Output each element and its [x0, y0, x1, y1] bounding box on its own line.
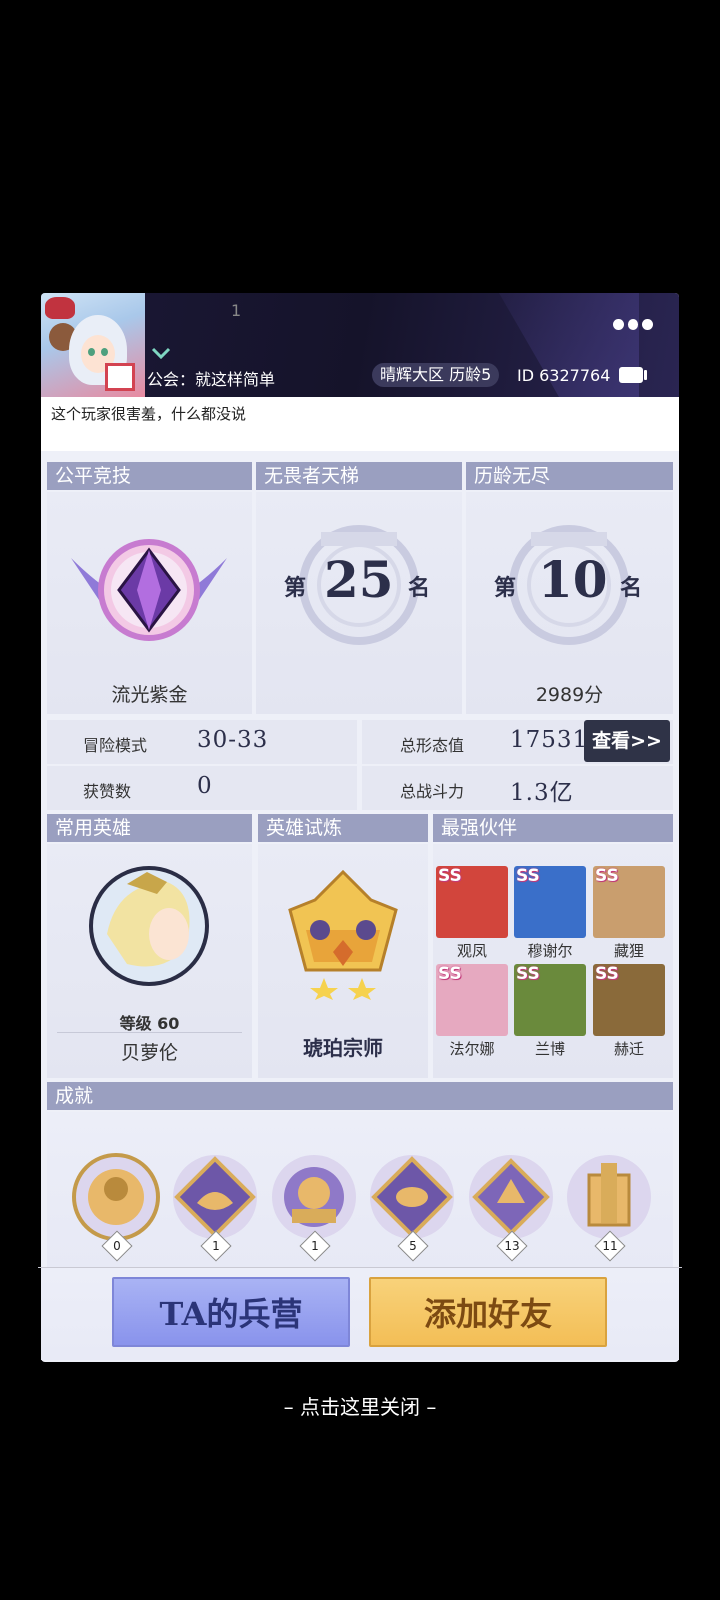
fair-competition-panel[interactable]: 流光紫金	[47, 492, 252, 714]
section-title-hero-trial: 英雄试炼	[258, 814, 428, 842]
achievement-badge[interactable]: 0	[70, 1151, 162, 1262]
partner-card[interactable]: SS 法尔娜	[436, 964, 508, 1059]
achievement-badge[interactable]: 1	[268, 1151, 360, 1262]
achievement-count: 1	[212, 1239, 220, 1253]
copy-id-icon[interactable]	[619, 367, 647, 383]
purple-gold-rank-icon	[71, 539, 227, 641]
trial-rank: 琥珀宗师	[303, 1036, 383, 1060]
close-hint[interactable]: – 点击这里关闭 –	[0, 1391, 720, 1420]
partner-card[interactable]: SS 赫迁	[593, 964, 665, 1059]
amber-crown-icon	[288, 870, 398, 1000]
bio-text: 这个玩家很害羞，什么都没说	[51, 405, 247, 423]
section-title-partners: 最强伙伴	[433, 814, 673, 842]
partner-name: 法尔娜	[449, 1040, 495, 1058]
adventure-row: 冒险模式 30-33	[47, 720, 357, 764]
partner-name: 观凤	[456, 942, 487, 960]
likes-label: 获赞数	[83, 782, 132, 801]
hero-portrait-avatar	[89, 866, 209, 986]
adventure-value: 30-33	[197, 727, 269, 753]
hero-trial-panel[interactable]: 琥珀宗师	[258, 844, 428, 1078]
more-options-icon[interactable]	[613, 317, 654, 331]
partner-portrait: SS	[514, 866, 586, 938]
power-row: 总战斗力 1.3亿	[362, 766, 673, 810]
partner-card[interactable]: SS 穆谢尔	[514, 866, 586, 961]
partner-card[interactable]: SS 藏狸	[593, 866, 665, 961]
endless-suffix: 名	[620, 575, 643, 601]
ladder-panel[interactable]: 第 25 名	[256, 492, 462, 714]
partner-name: 穆谢尔	[527, 942, 573, 960]
partner-name: 兰博	[534, 1040, 565, 1058]
achievement-count: 1	[311, 1239, 319, 1253]
partner-portrait: SS	[436, 964, 508, 1036]
achievement-icon	[72, 1153, 160, 1241]
likes-row: 获赞数 0	[47, 766, 357, 810]
partner-card[interactable]: SS 观凤	[436, 866, 508, 961]
form-value: 17531	[510, 727, 589, 753]
section-title-endless: 历龄无尽	[466, 462, 673, 490]
player-id: ID 6327764	[517, 366, 611, 385]
common-hero-panel[interactable]: 等级 60 贝萝伦	[47, 844, 252, 1078]
hero-level: 等级 60	[119, 1014, 180, 1033]
endless-place: 10	[538, 550, 608, 609]
achievement-icon	[173, 1155, 257, 1239]
partner-card[interactable]: SS 兰博	[514, 964, 586, 1059]
section-title-common-hero: 常用英雄	[47, 814, 252, 842]
section-title-fair: 公平竞技	[47, 462, 252, 490]
profile-header: 1 公会：就这样简单 晴辉大区 历龄5 ID 6327764	[41, 293, 679, 397]
fair-rank-name: 流光紫金	[111, 684, 188, 706]
avatar[interactable]	[41, 293, 145, 397]
partner-portrait: SS	[593, 866, 665, 938]
partner-portrait: SS	[593, 964, 665, 1036]
endless-prefix: 第	[494, 575, 517, 601]
hero-name: 贝萝伦	[120, 1042, 178, 1064]
achievement-icon	[272, 1155, 356, 1239]
achievement-badge[interactable]: 13	[465, 1151, 557, 1262]
adventure-label: 冒险模式	[83, 736, 148, 755]
server-badge: 晴辉大区 历龄5	[372, 363, 500, 387]
achievement-icon	[370, 1155, 454, 1239]
bio-box: 这个玩家很害羞，什么都没说	[41, 397, 679, 451]
partner-name: 藏狸	[613, 942, 644, 960]
achievement-badge[interactable]: 5	[366, 1151, 458, 1262]
rank-number: 1	[231, 301, 242, 320]
achievement-count: 5	[409, 1239, 417, 1253]
partner-portrait: SS	[436, 866, 508, 938]
ladder-suffix: 名	[408, 575, 431, 601]
view-details-button[interactable]: 查看>>	[584, 720, 670, 762]
partners-panel: SS 观凤 SS 穆谢尔 SS 藏狸 SS 法尔娜 SS 兰博 SS 赫迁	[433, 844, 673, 1078]
partner-name: 赫迁	[613, 1040, 644, 1058]
add-friend-button[interactable]: 添加好友	[369, 1277, 607, 1347]
guild-label: 公会：就这样简单	[147, 370, 276, 389]
achievement-count: 0	[113, 1239, 121, 1253]
achievement-badge[interactable]: 11	[563, 1151, 655, 1262]
achievement-badge[interactable]: 1	[169, 1151, 261, 1262]
ladder-prefix: 第	[284, 575, 307, 601]
achievement-count: 13	[504, 1239, 520, 1253]
section-title-achievements: 成就	[47, 1082, 673, 1110]
form-label: 总形态值	[400, 736, 465, 755]
achievement-icon	[567, 1155, 651, 1239]
ladder-place: 25	[324, 550, 394, 609]
power-value: 1.3亿	[510, 780, 574, 806]
barracks-button[interactable]: TA的兵营	[112, 1277, 350, 1347]
partner-portrait: SS	[514, 964, 586, 1036]
likes-value: 0	[197, 773, 213, 799]
achievement-count: 11	[602, 1239, 618, 1253]
chevron-down-icon	[151, 347, 171, 359]
endless-score: 2989分	[535, 684, 604, 706]
achievement-icon	[469, 1155, 553, 1239]
power-label: 总战斗力	[400, 782, 465, 801]
section-title-ladder: 无畏者天梯	[256, 462, 462, 490]
endless-panel[interactable]: 第 10 名 2989分	[466, 492, 673, 714]
